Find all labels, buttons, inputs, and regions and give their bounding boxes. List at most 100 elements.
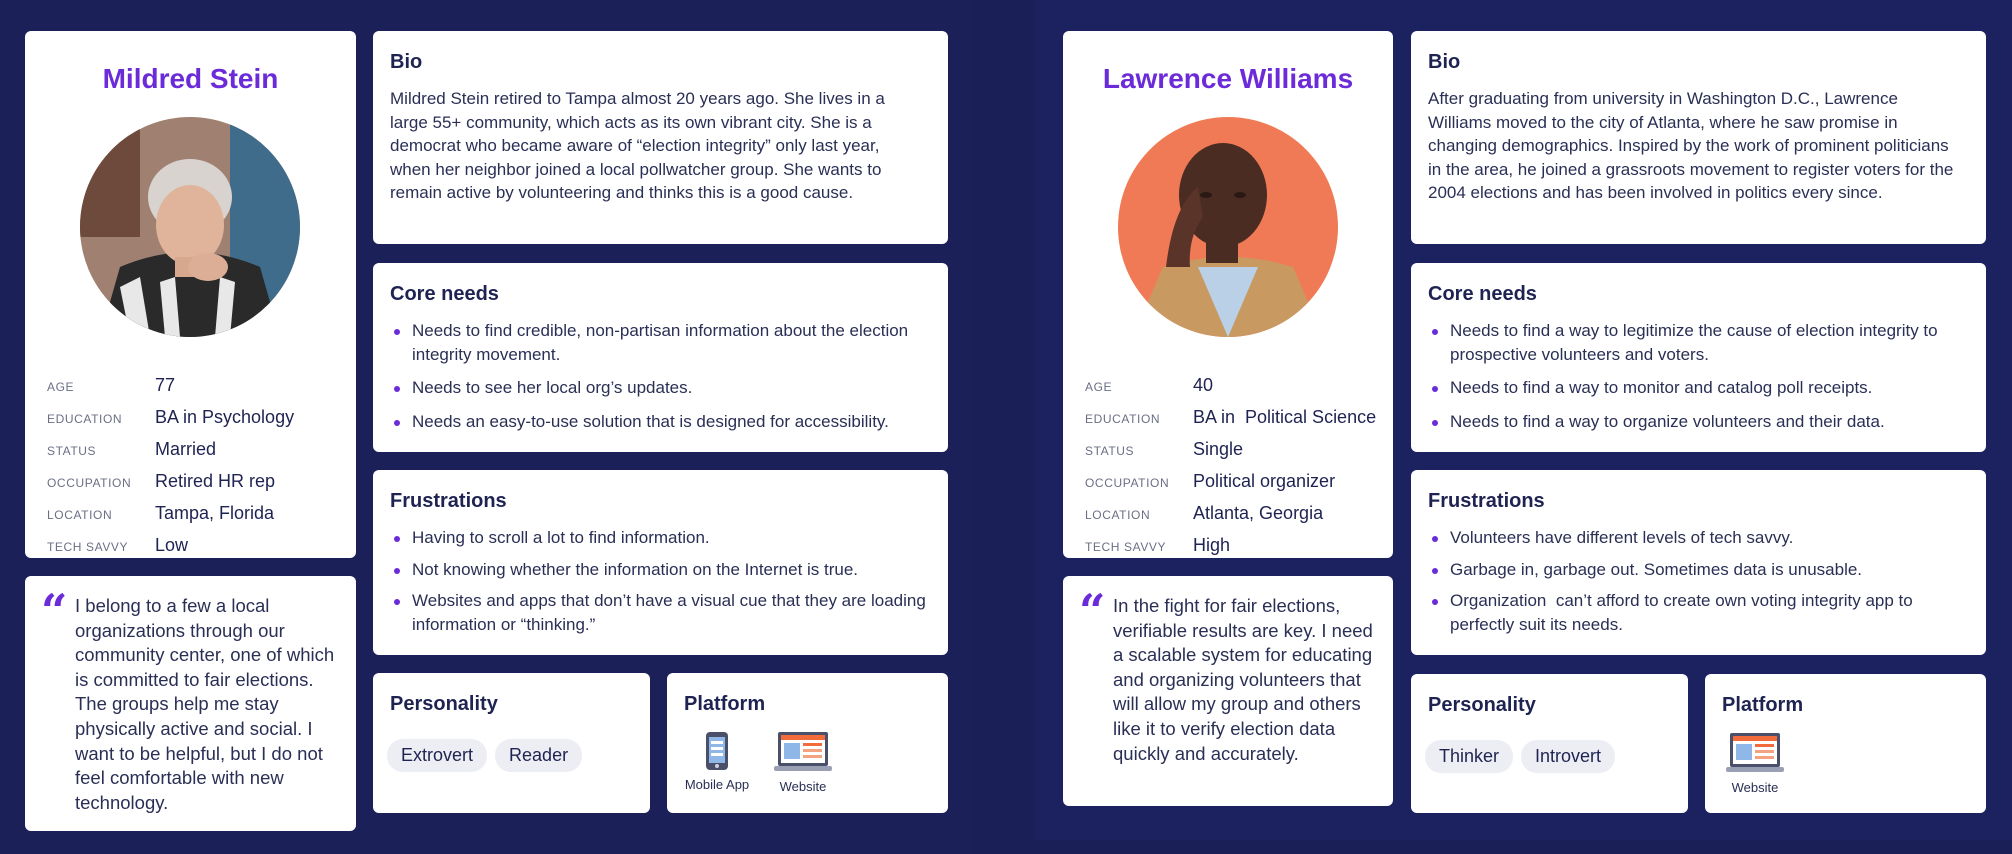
fact-age: AGE 40 xyxy=(1085,375,1385,407)
needs-list: Needs to find credible, non-partisan inf… xyxy=(390,319,928,443)
fact-value: Atlanta, Georgia xyxy=(1193,503,1324,523)
platform-list: Mobile App Website xyxy=(683,731,837,794)
personality-tags: Extrovert Reader xyxy=(387,739,583,772)
section-title: Core needs xyxy=(390,283,499,305)
quote-text: I belong to a few a local organizations … xyxy=(75,595,335,813)
fact-label: EDUCATION xyxy=(1085,412,1161,426)
frustrations-card: Frustrations Volunteers have different l… xyxy=(1411,470,1986,655)
core-needs-card: Core needs Needs to find a way to legiti… xyxy=(1411,263,1986,452)
personality-tag: Thinker xyxy=(1425,740,1514,773)
quote-card: “ I belong to a few a local organization… xyxy=(25,576,356,831)
list-item: Not knowing whether the information on t… xyxy=(390,558,928,582)
list-item: Needs to find a way to legitimize the ca… xyxy=(1428,319,1966,366)
fact-age: AGE 77 xyxy=(47,375,347,407)
list-item: Needs an easy-to-use solution that is de… xyxy=(390,410,928,434)
laptop-icon xyxy=(1726,733,1784,772)
fact-label: EDUCATION xyxy=(47,412,123,426)
fact-location: LOCATION Atlanta, Georgia xyxy=(1085,503,1385,535)
fact-label: OCCUPATION xyxy=(1085,476,1170,490)
fact-value: Tampa, Florida xyxy=(155,503,275,523)
section-title: Platform xyxy=(684,693,766,715)
fact-occupation: OCCUPATION Political organizer xyxy=(1085,471,1385,503)
personality-card: Personality Thinker Introvert xyxy=(1411,674,1688,813)
quote-card: “ In the fight for fair elections, verif… xyxy=(1063,576,1393,806)
fact-label: STATUS xyxy=(1085,444,1135,458)
platform-card: Platform Website xyxy=(1705,674,1986,813)
section-title: Frustrations xyxy=(390,490,507,512)
fact-value: High xyxy=(1193,535,1231,555)
fact-value: Political organizer xyxy=(1193,471,1336,491)
core-needs-card: Core needs Needs to find credible, non-p… xyxy=(373,263,948,452)
facts-list: AGE 77 EDUCATION BA in Psychology STATUS Ma… xyxy=(47,375,347,567)
personality-tag: Introvert xyxy=(1521,740,1616,773)
fact-status: STATUS Single xyxy=(1085,439,1385,471)
profile-card: Mildred Stein AGE 77 EDUCATION BA in Psych… xyxy=(25,31,356,558)
platform-label: Website xyxy=(1731,780,1779,795)
avatar-photo xyxy=(80,117,300,337)
fact-education: EDUCATION BA in Political Science xyxy=(1085,407,1385,439)
fact-value: 77 xyxy=(155,375,176,395)
platform-website: Website xyxy=(1721,732,1789,795)
list-item: Needs to find a way to organize voluntee… xyxy=(1428,410,1966,434)
list-item: Needs to see her local org’s updates. xyxy=(390,376,928,400)
fact-label: TECH SAVVY xyxy=(1085,540,1167,554)
fact-value: Low xyxy=(155,535,189,555)
quote-text: In the fight for fair elections, verifia… xyxy=(1113,595,1373,764)
fact-value: Married xyxy=(155,439,217,459)
list-item: Volunteers have different levels of tech… xyxy=(1428,526,1966,550)
fact-label: AGE xyxy=(1085,380,1113,394)
needs-list: Needs to find a way to legitimize the ca… xyxy=(1428,319,1966,443)
persona-name: Mildred Stein xyxy=(102,63,279,94)
frustrations-list: Volunteers have different levels of tech… xyxy=(1428,526,1966,646)
profile-card: Lawrence Williams AGE 40 EDUCATION BA in P… xyxy=(1063,31,1393,558)
fact-value: BA in Political Science xyxy=(1193,407,1377,427)
list-item: Garbage in, garbage out. Sometimes data … xyxy=(1428,558,1966,582)
platform-label: Website xyxy=(779,779,827,794)
fact-value: Single xyxy=(1193,439,1244,459)
quote-icon: “ xyxy=(1079,584,1106,638)
facts-list: AGE 40 EDUCATION BA in Political Science S… xyxy=(1085,375,1385,567)
frustrations-list: Having to scroll a lot to find informati… xyxy=(390,526,928,646)
personality-card: Personality Extrovert Reader xyxy=(373,673,650,813)
list-item: Needs to find a way to monitor and catal… xyxy=(1428,376,1966,400)
fact-label: OCCUPATION xyxy=(47,476,132,490)
quote-icon: “ xyxy=(41,584,68,638)
fact-education: EDUCATION BA in Psychology xyxy=(47,407,347,439)
fact-label: LOCATION xyxy=(1085,508,1151,522)
fact-value: BA in Psychology xyxy=(155,407,295,427)
platform-mobile-app: Mobile App xyxy=(683,731,751,794)
fact-label: LOCATION xyxy=(47,508,113,522)
platform-label: Mobile App xyxy=(684,777,750,792)
avatar-photo xyxy=(1118,117,1338,337)
fact-label: AGE xyxy=(47,380,75,394)
frustrations-card: Frustrations Having to scroll a lot to f… xyxy=(373,470,948,655)
avatar xyxy=(1118,117,1338,337)
section-title: Bio xyxy=(390,51,423,73)
list-item: Needs to find credible, non-partisan inf… xyxy=(390,319,928,366)
personality-tag: Extrovert xyxy=(387,739,488,772)
section-title: Personality xyxy=(1428,694,1536,716)
list-item: Organization can’t afford to create own … xyxy=(1428,589,1966,636)
fact-tech-savvy: TECH SAVVY High xyxy=(1085,535,1385,567)
section-title: Personality xyxy=(390,693,498,715)
fact-tech-savvy: TECH SAVVY Low xyxy=(47,535,347,567)
platform-website: Website xyxy=(769,731,837,794)
fact-label: STATUS xyxy=(47,444,97,458)
bio-text: Mildred Stein retired to Tampa almost 20… xyxy=(390,89,885,202)
section-title: Bio xyxy=(1428,51,1461,73)
mobile-phone-icon xyxy=(706,732,728,770)
section-title: Core needs xyxy=(1428,283,1537,305)
personality-tag: Reader xyxy=(495,739,583,772)
list-item: Having to scroll a lot to find informati… xyxy=(390,526,928,550)
avatar xyxy=(80,117,300,337)
platform-card: Platform Mobile App Website xyxy=(667,673,948,813)
bio-card: Bio After graduating from university in … xyxy=(1411,31,1986,244)
persona-panel-mildred: Mildred Stein AGE 77 EDUCATION BA in Psych… xyxy=(0,0,972,854)
fact-occupation: OCCUPATION Retired HR rep xyxy=(47,471,347,503)
bio-card: Bio Mildred Stein retired to Tampa almos… xyxy=(373,31,948,244)
list-item: Websites and apps that don’t have a visu… xyxy=(390,589,928,636)
personality-tags: Thinker Introvert xyxy=(1425,740,1616,773)
section-title: Platform xyxy=(1722,694,1804,716)
fact-value: 40 xyxy=(1193,375,1214,395)
fact-status: STATUS Married xyxy=(47,439,347,471)
